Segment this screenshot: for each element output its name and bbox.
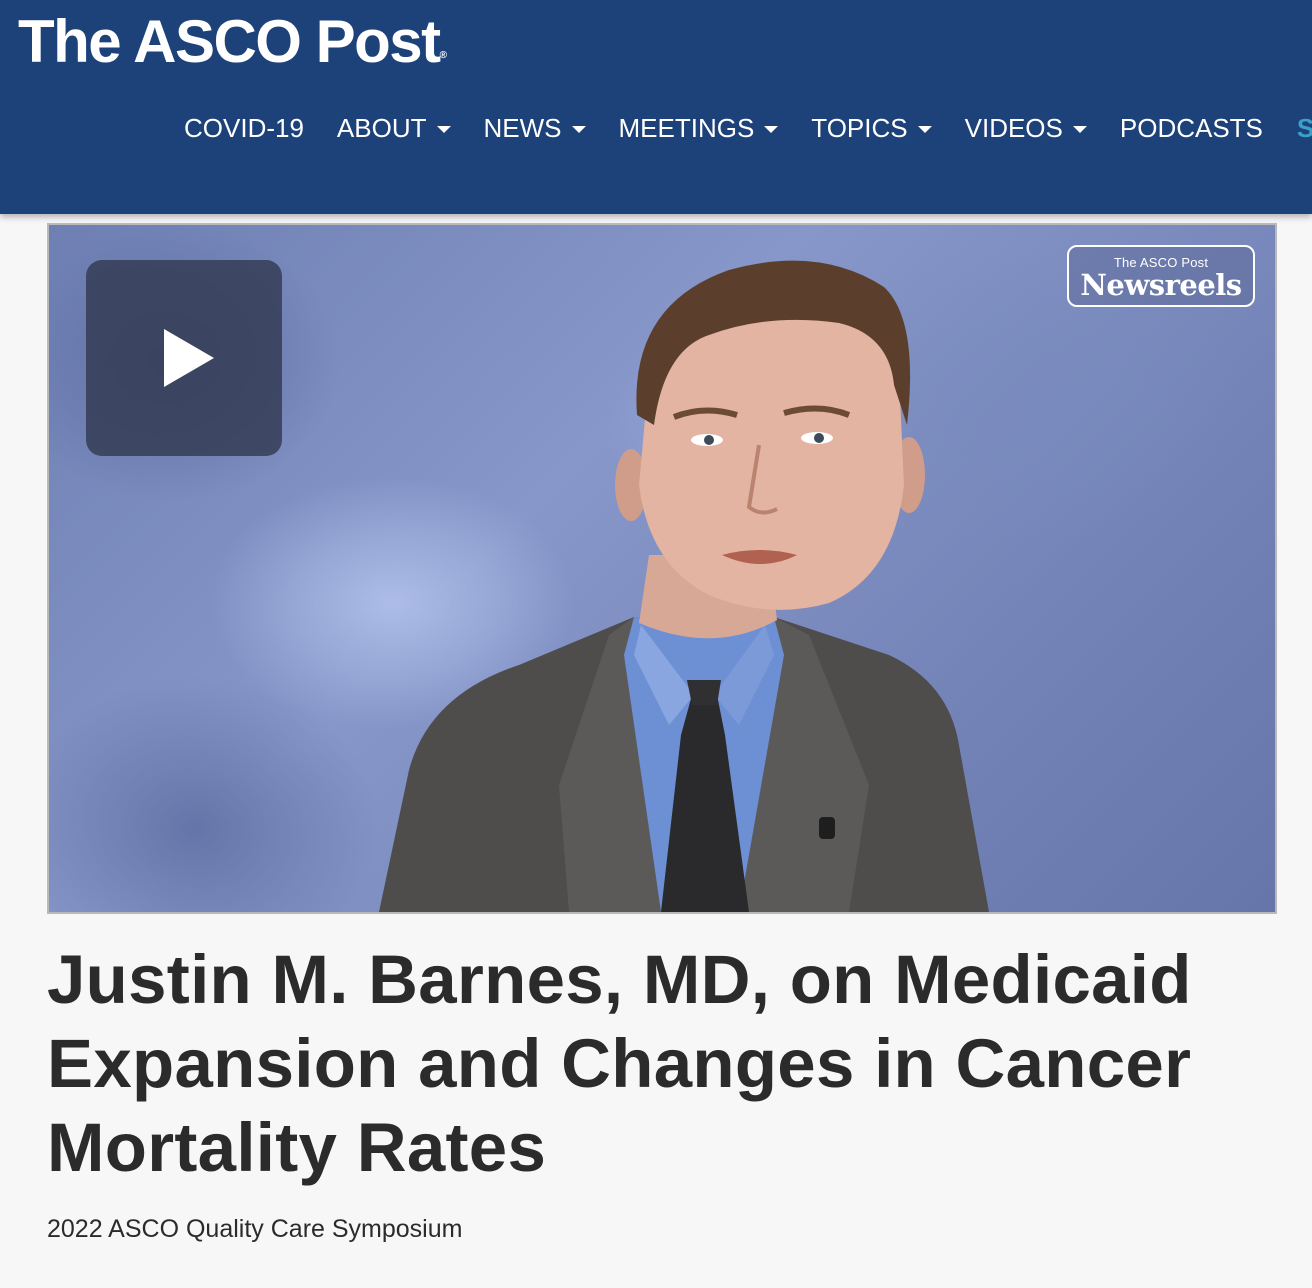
nav-label: TOPICS (811, 113, 908, 143)
nav-news[interactable]: NEWS (484, 108, 586, 148)
logo-text: The ASCO Post (18, 8, 441, 75)
article-subtitle: 2022 ASCO Quality Care Symposium (47, 1215, 463, 1243)
article-title: Justin M. Barnes, MD, on Medicaid Expans… (47, 941, 1192, 1186)
badge-title: Newsreels (1080, 268, 1242, 302)
nav-videos[interactable]: VIDEOS (965, 108, 1087, 148)
main-nav: COVID-19 ABOUT NEWS MEETINGS TOPICS VIDE… (184, 108, 1312, 148)
caret-down-icon (571, 125, 586, 133)
nav-overflow-item[interactable]: S (1297, 108, 1312, 148)
nav-label: ABOUT (336, 113, 427, 143)
nav-label: S (1296, 113, 1312, 143)
caret-down-icon (764, 125, 779, 133)
nav-label: PODCASTS (1119, 113, 1263, 143)
nav-meetings[interactable]: MEETINGS (619, 108, 779, 148)
play-icon (164, 329, 214, 387)
nav-about[interactable]: ABOUT (337, 108, 451, 148)
nav-label: NEWS (483, 113, 562, 143)
nav-covid-19[interactable]: COVID-19 (184, 108, 304, 148)
play-button[interactable] (86, 260, 282, 456)
caret-down-icon (1072, 125, 1087, 133)
caret-down-icon (917, 125, 932, 133)
nav-podcasts[interactable]: PODCASTS (1120, 108, 1263, 148)
registered-mark: ® (439, 50, 448, 61)
nav-label: VIDEOS (964, 113, 1063, 143)
nav-topics[interactable]: TOPICS (811, 108, 932, 148)
site-header: The ASCO Post® COVID-19 ABOUT NEWS MEETI… (0, 0, 1312, 214)
nav-label: MEETINGS (618, 113, 755, 143)
newsreels-badge: The ASCO Post Newsreels (1067, 245, 1255, 307)
nav-label: COVID-19 (184, 113, 304, 143)
video-player[interactable]: The ASCO Post Newsreels (47, 223, 1277, 914)
site-logo[interactable]: The ASCO Post® (18, 6, 447, 78)
caret-down-icon (436, 125, 451, 133)
